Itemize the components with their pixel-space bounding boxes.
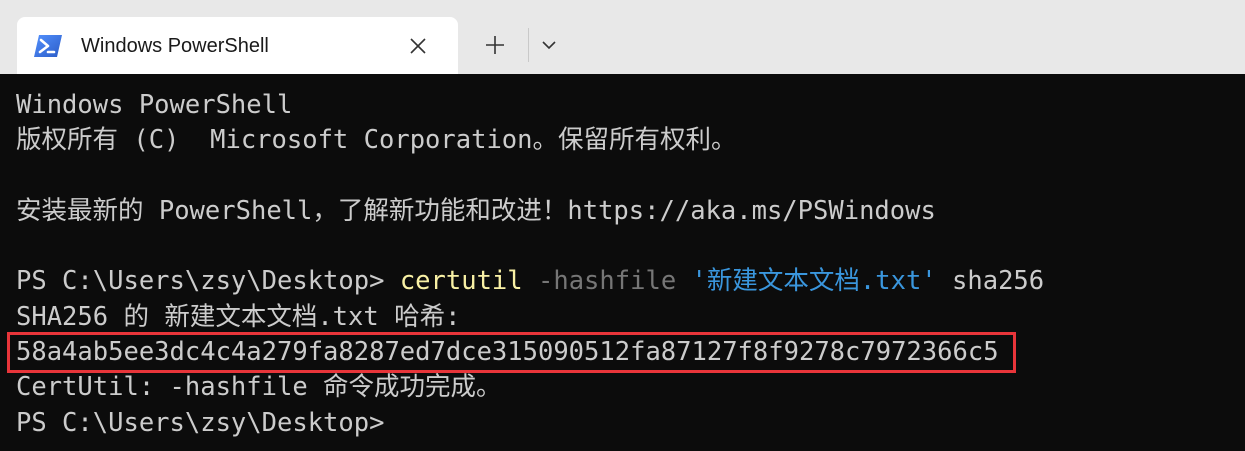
hash-line: 58a4ab5ee3dc4c4a279fa8287ed7dce315090512…	[7, 332, 1245, 374]
terminal-output[interactable]: Windows PowerShell 版权所有 (C) Microsoft Co…	[0, 74, 1245, 451]
plus-icon	[486, 36, 504, 54]
success-message-line: CertUtil: -hashfile 命令成功完成。	[16, 372, 502, 403]
command-name: certutil	[399, 266, 523, 297]
hash-value-highlight: 58a4ab5ee3dc4c4a279fa8287ed7dce315090512…	[7, 332, 1016, 374]
banner-line: Windows PowerShell	[16, 90, 293, 120]
install-message-line: 安装最新的 PowerShell，了解新功能和改进！https://aka.ms…	[16, 195, 936, 226]
close-icon	[410, 38, 426, 54]
command-algorithm: sha256	[952, 266, 1045, 297]
final-prompt-line: PS C:\Users\zsy\Desktop>	[16, 407, 385, 438]
hash-header-line: SHA256 的 新建文本文档.txt 哈希:	[16, 301, 461, 332]
close-tab-button[interactable]	[405, 33, 431, 59]
command-parameter: -hashfile	[538, 266, 677, 297]
tab-title: Windows PowerShell	[81, 35, 269, 57]
titlebar-separator	[528, 28, 529, 62]
tab-windows-powershell[interactable]: Windows PowerShell	[17, 17, 458, 74]
new-tab-button[interactable]	[475, 28, 515, 62]
command-argument: '新建文本文档.txt'	[691, 266, 937, 297]
copyright-line: 版权所有 (C) Microsoft Corporation。保留所有权利。	[16, 125, 737, 156]
profile-dropdown-button[interactable]	[536, 28, 562, 62]
title-bar: Windows PowerShell	[0, 0, 1245, 74]
powershell-icon	[33, 33, 63, 59]
prompt: PS C:\Users\zsy\Desktop>	[16, 266, 400, 297]
command-line: PS C:\Users\zsy\Desktop> certutil -hashf…	[16, 264, 1245, 299]
chevron-down-icon	[542, 41, 556, 50]
